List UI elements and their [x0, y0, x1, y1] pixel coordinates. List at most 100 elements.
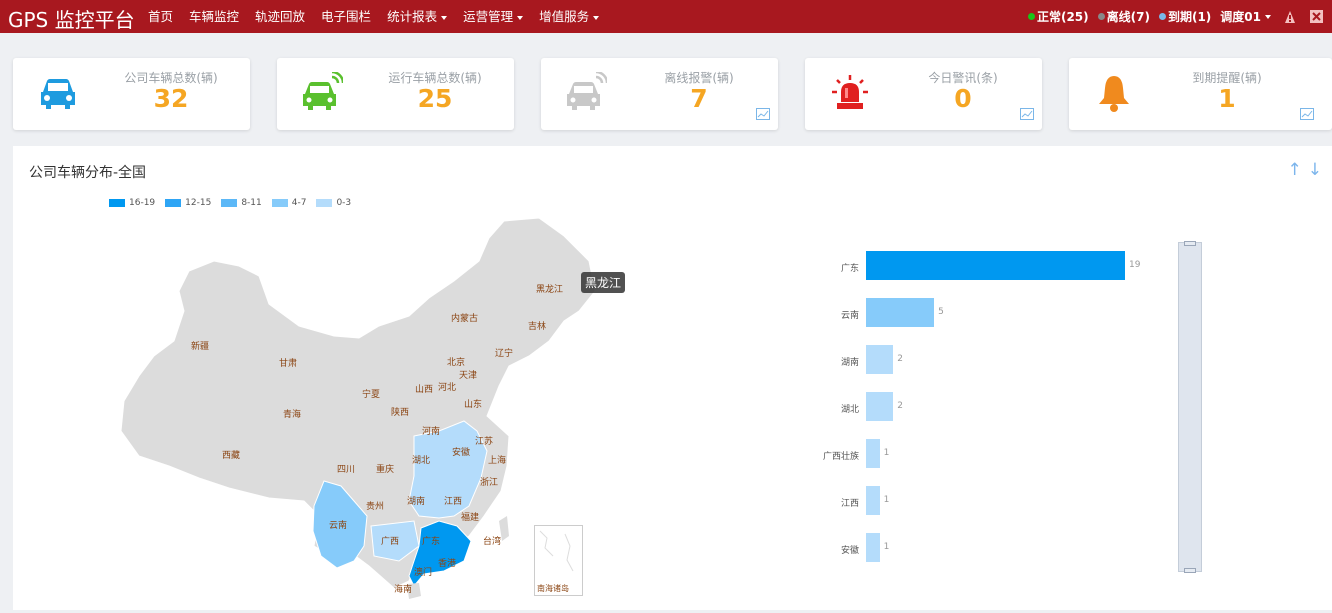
province-label: 内蒙古: [451, 314, 479, 324]
province-label: 甘肃: [279, 359, 298, 369]
brand-title: GPS 监控平台: [8, 8, 135, 32]
legend-swatch: [316, 199, 333, 207]
bar[interactable]: [866, 345, 894, 374]
province-label: 山东: [464, 400, 483, 410]
province-label: 西藏: [222, 451, 241, 461]
bar-category-label: 安徽: [840, 546, 859, 556]
bar-value-label: 19: [1129, 260, 1141, 270]
province-label: 江西: [444, 497, 463, 507]
car-signal-icon: [567, 72, 607, 110]
province-label: 青海: [283, 410, 302, 420]
province-label: 宁夏: [362, 390, 381, 400]
legend-item[interactable]: 12-15: [165, 198, 211, 208]
legend-item[interactable]: 16-19: [109, 198, 155, 208]
status-dot-icon: [1158, 13, 1166, 20]
nav-operations[interactable]: 运营管理: [455, 0, 531, 33]
province-label: 北京: [447, 358, 466, 368]
status-normal[interactable]: 正常(25): [1027, 8, 1089, 25]
legend-swatch: [109, 199, 125, 207]
nav-value-added[interactable]: 增值服务: [531, 0, 607, 33]
distribution-panel: 公司车辆分布-全国 ↑ ↓ 16-19 12-15 8-11 4-7 0-3 黑…: [13, 146, 1332, 610]
province-label: 贵州: [366, 502, 385, 512]
nav-home[interactable]: 首页: [140, 0, 181, 33]
card-running-vehicles[interactable]: 运行车辆总数(辆) 25: [277, 58, 514, 130]
province-label: 重庆: [376, 465, 395, 475]
nav-label: 统计报表: [387, 9, 438, 24]
user-menu[interactable]: 调度01: [1220, 8, 1271, 25]
bar-category-label: 江西: [840, 499, 859, 509]
legend-item[interactable]: 8-11: [221, 198, 262, 208]
bar-value-label: 2: [897, 401, 903, 411]
trend-chart-icon[interactable]: [756, 108, 770, 120]
trend-chart-icon[interactable]: [1300, 108, 1314, 120]
map-legend: 16-19 12-15 8-11 4-7 0-3: [109, 198, 351, 208]
legend-label: 12-15: [185, 198, 212, 208]
bar-category-label: 湖南: [840, 358, 859, 368]
nav-track-playback[interactable]: 轨迹回放: [247, 0, 313, 33]
status-normal-label: 正常(25): [1036, 10, 1089, 24]
bar[interactable]: [866, 392, 894, 421]
card-total-vehicles[interactable]: 公司车辆总数(辆) 32: [13, 58, 250, 130]
bar[interactable]: [866, 298, 935, 327]
province-label: 福建: [461, 513, 480, 523]
zoom-handle-top[interactable]: [1184, 241, 1196, 246]
card-value: 0: [954, 84, 972, 113]
status-offline[interactable]: 离线(7): [1097, 8, 1150, 25]
bar-category-label: 广东: [840, 264, 859, 274]
nav-label: 车辆监控: [189, 9, 240, 24]
province-label: 陕西: [391, 408, 410, 418]
card-today-alerts[interactable]: 今日警讯(条) 0: [805, 58, 1042, 130]
bar[interactable]: [866, 486, 880, 515]
status-offline-label: 离线(7): [1106, 10, 1150, 24]
nav-label: 运营管理: [463, 9, 514, 24]
province-label: 云南: [329, 521, 348, 531]
zoom-handle-bottom[interactable]: [1184, 568, 1196, 573]
status-dot-icon: [1027, 13, 1035, 20]
legend-label: 0-3: [336, 198, 352, 208]
legend-item[interactable]: 4-7: [271, 198, 307, 208]
car-signal-icon: [303, 72, 343, 110]
legend-label: 4-7: [291, 198, 307, 208]
card-value: 25: [417, 84, 453, 113]
logout-icon[interactable]: [1306, 0, 1326, 33]
arrow-down-icon[interactable]: ↓: [1308, 160, 1322, 180]
card-expiry-reminder[interactable]: 到期提醒(辆) 1: [1069, 58, 1332, 130]
card-offline-alarm[interactable]: 离线报警(辆) 7: [541, 58, 778, 130]
nanhai-inset: 南海诸岛: [534, 525, 583, 596]
bar-value-label: 1: [883, 495, 890, 505]
panel-title: 公司车辆分布-全国: [29, 165, 147, 181]
legend-swatch: [221, 199, 238, 207]
bar-category-label: 云南: [840, 311, 859, 321]
status-expired[interactable]: 到期(1): [1158, 8, 1212, 25]
user-name: 调度01: [1220, 10, 1261, 24]
bar[interactable]: [866, 533, 880, 562]
chevron-down-icon: [1265, 14, 1271, 19]
nav-label: 轨迹回放: [255, 9, 306, 24]
nav-geofence[interactable]: 电子围栏: [313, 0, 379, 33]
legend-label: 16-19: [129, 198, 156, 208]
alarm-light-icon: [832, 75, 868, 109]
province-label: 香港: [438, 559, 457, 569]
stat-cards: 公司车辆总数(辆) 32 运行车辆总数(辆) 25 离线报警(辆) 7 今日警讯…: [13, 58, 1332, 130]
status-expired-label: 到期(1): [1167, 10, 1212, 24]
legend-item[interactable]: 0-3: [316, 198, 351, 208]
bar[interactable]: [866, 439, 880, 468]
nav-vehicle-monitor[interactable]: 车辆监控: [181, 0, 247, 33]
province-label: 上海: [488, 456, 507, 466]
province-label: 湖北: [412, 456, 431, 466]
data-zoom-slider[interactable]: [1178, 241, 1202, 573]
province-label: 河南: [422, 427, 441, 437]
nav-reports[interactable]: 统计报表: [379, 0, 455, 33]
bar-value-label: 5: [938, 307, 944, 317]
bar[interactable]: [866, 251, 1125, 280]
province-label: 辽宁: [495, 349, 514, 359]
province-label: 天津: [459, 371, 478, 381]
trend-chart-icon[interactable]: [1020, 108, 1034, 120]
status-dot-icon: [1097, 13, 1105, 20]
chevron-down-icon: [441, 15, 448, 20]
alarm-notice-icon[interactable]: [1280, 0, 1300, 33]
nav-label: 电子围栏: [321, 9, 372, 24]
arrow-up-icon[interactable]: ↑: [1288, 160, 1302, 180]
nanhai-label: 南海诸岛: [537, 584, 569, 593]
bell-icon: [1099, 76, 1129, 112]
